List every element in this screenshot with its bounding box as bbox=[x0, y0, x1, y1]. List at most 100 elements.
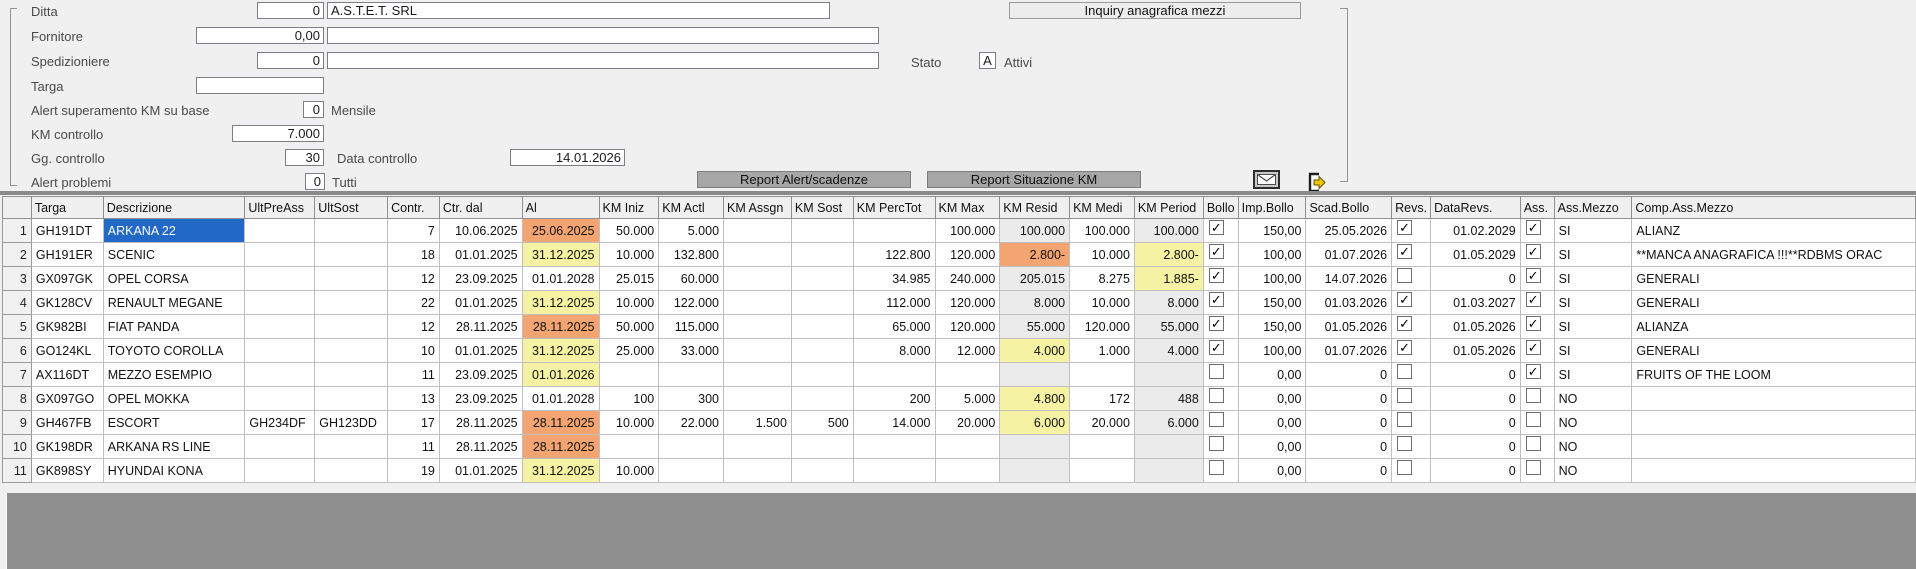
cell-revs[interactable] bbox=[1392, 387, 1431, 411]
alert-km-field[interactable] bbox=[303, 101, 324, 118]
cell-ctrdal[interactable]: 28.11.2025 bbox=[439, 411, 522, 435]
cell-km_assgn[interactable] bbox=[724, 459, 792, 483]
cell-ass[interactable] bbox=[1520, 363, 1554, 387]
cell-km_period[interactable]: 8.000 bbox=[1134, 291, 1203, 315]
spedizioniere-desc-field[interactable] bbox=[327, 52, 879, 69]
cell-km_actl[interactable]: 132.800 bbox=[659, 243, 724, 267]
cell-km_period[interactable]: 4.000 bbox=[1134, 339, 1203, 363]
cell-km_sost[interactable] bbox=[791, 435, 853, 459]
cell-comp_ass[interactable] bbox=[1632, 435, 1916, 459]
cell-km_medi[interactable] bbox=[1070, 459, 1135, 483]
cell-imp_bollo[interactable]: 150,00 bbox=[1238, 291, 1306, 315]
ass-checkbox[interactable] bbox=[1526, 316, 1541, 331]
cell-km_medi[interactable] bbox=[1070, 363, 1135, 387]
cell-km_assgn[interactable] bbox=[724, 219, 792, 243]
cell-contr[interactable]: 12 bbox=[388, 315, 440, 339]
cell-scad_bollo[interactable]: 14.07.2026 bbox=[1306, 267, 1392, 291]
revs-checkbox[interactable] bbox=[1397, 364, 1412, 379]
cell-scad_bollo[interactable]: 01.05.2026 bbox=[1306, 315, 1392, 339]
cell-scad_bollo[interactable]: 25.05.2026 bbox=[1306, 219, 1392, 243]
targa-field[interactable] bbox=[196, 77, 324, 94]
cell-datarevs[interactable]: 01.03.2027 bbox=[1431, 291, 1521, 315]
cell-ultsost[interactable] bbox=[315, 267, 388, 291]
cell-km_iniz[interactable]: 10.000 bbox=[599, 243, 659, 267]
cell-contr[interactable]: 22 bbox=[388, 291, 440, 315]
ass-checkbox[interactable] bbox=[1526, 268, 1541, 283]
cell-comp_ass[interactable] bbox=[1632, 387, 1916, 411]
cell-ultsost[interactable] bbox=[315, 387, 388, 411]
ditta-desc-field[interactable] bbox=[327, 2, 830, 19]
cell-ass[interactable] bbox=[1520, 291, 1554, 315]
cell-km_max[interactable]: 120.000 bbox=[935, 291, 1000, 315]
cell-al[interactable]: 31.12.2025 bbox=[522, 459, 599, 483]
cell-revs[interactable] bbox=[1392, 267, 1431, 291]
report-alert-button[interactable]: Report Alert/scadenze bbox=[697, 171, 911, 188]
cell-km_max[interactable]: 120.000 bbox=[935, 315, 1000, 339]
cell-contr[interactable]: 7 bbox=[388, 219, 440, 243]
cell-imp_bollo[interactable]: 100,00 bbox=[1238, 243, 1306, 267]
cell-bollo[interactable] bbox=[1203, 315, 1238, 339]
cell-km_actl[interactable]: 115.000 bbox=[659, 315, 724, 339]
cell-km_iniz[interactable]: 50.000 bbox=[599, 219, 659, 243]
cell-scad_bollo[interactable]: 01.07.2026 bbox=[1306, 339, 1392, 363]
cell-km_actl[interactable] bbox=[659, 459, 724, 483]
cell-km_period[interactable]: 488 bbox=[1134, 387, 1203, 411]
cell-imp_bollo[interactable]: 150,00 bbox=[1238, 315, 1306, 339]
cell-ass_mezzo[interactable]: NO bbox=[1554, 435, 1632, 459]
cell-bollo[interactable] bbox=[1203, 339, 1238, 363]
revs-checkbox[interactable] bbox=[1397, 268, 1412, 283]
cell-km_perctot[interactable] bbox=[853, 363, 935, 387]
cell-bollo[interactable] bbox=[1203, 459, 1238, 483]
ass-checkbox[interactable] bbox=[1526, 364, 1541, 379]
cell-datarevs[interactable]: 0 bbox=[1431, 411, 1521, 435]
cell-ctrdal[interactable]: 01.01.2025 bbox=[439, 291, 522, 315]
revs-checkbox[interactable] bbox=[1397, 412, 1412, 427]
cell-bollo[interactable] bbox=[1203, 363, 1238, 387]
cell-scad_bollo[interactable]: 01.03.2026 bbox=[1306, 291, 1392, 315]
bollo-checkbox[interactable] bbox=[1209, 316, 1224, 331]
gg-controllo-field[interactable] bbox=[285, 149, 324, 166]
cell-bollo[interactable] bbox=[1203, 387, 1238, 411]
cell-imp_bollo[interactable]: 0,00 bbox=[1238, 363, 1306, 387]
fornitore-desc-field[interactable] bbox=[327, 27, 879, 44]
cell-imp_bollo[interactable]: 0,00 bbox=[1238, 411, 1306, 435]
revs-checkbox[interactable] bbox=[1397, 460, 1412, 475]
cell-al[interactable]: 31.12.2025 bbox=[522, 339, 599, 363]
cell-km_sost[interactable] bbox=[791, 339, 853, 363]
cell-descr[interactable]: RENAULT MEGANE bbox=[103, 291, 245, 315]
cell-km_perctot[interactable] bbox=[853, 459, 935, 483]
cell-km_iniz[interactable]: 10.000 bbox=[599, 459, 659, 483]
cell-descr[interactable]: SCENIC bbox=[103, 243, 245, 267]
cell-km_medi[interactable]: 120.000 bbox=[1070, 315, 1135, 339]
row-number[interactable]: 4 bbox=[3, 291, 32, 315]
bollo-checkbox[interactable] bbox=[1209, 220, 1224, 235]
revs-checkbox[interactable] bbox=[1397, 244, 1412, 259]
cell-km_iniz[interactable]: 25.000 bbox=[599, 339, 659, 363]
cell-km_actl[interactable]: 122.000 bbox=[659, 291, 724, 315]
cell-ass[interactable] bbox=[1520, 267, 1554, 291]
row-number[interactable]: 9 bbox=[3, 411, 32, 435]
cell-ass_mezzo[interactable]: SI bbox=[1554, 291, 1632, 315]
cell-ass[interactable] bbox=[1520, 387, 1554, 411]
cell-ultpreass[interactable] bbox=[245, 291, 315, 315]
cell-km_medi[interactable]: 8.275 bbox=[1070, 267, 1135, 291]
cell-km_period[interactable]: 100.000 bbox=[1134, 219, 1203, 243]
cell-targa[interactable]: GK982BI bbox=[31, 315, 103, 339]
cell-ass[interactable] bbox=[1520, 315, 1554, 339]
cell-km_assgn[interactable] bbox=[724, 387, 792, 411]
bollo-checkbox[interactable] bbox=[1209, 292, 1224, 307]
cell-ctrdal[interactable]: 23.09.2025 bbox=[439, 363, 522, 387]
cell-ultpreass[interactable] bbox=[245, 459, 315, 483]
bollo-checkbox[interactable] bbox=[1209, 436, 1224, 451]
cell-targa[interactable]: GH191ER bbox=[31, 243, 103, 267]
cell-ultsost[interactable] bbox=[315, 435, 388, 459]
cell-km_resid[interactable] bbox=[1000, 363, 1070, 387]
cell-contr[interactable]: 17 bbox=[388, 411, 440, 435]
cell-revs[interactable] bbox=[1392, 219, 1431, 243]
cell-km_perctot[interactable]: 65.000 bbox=[853, 315, 935, 339]
cell-al[interactable]: 28.11.2025 bbox=[522, 315, 599, 339]
cell-descr[interactable]: ARKANA 22 bbox=[103, 219, 245, 243]
cell-ass_mezzo[interactable]: SI bbox=[1554, 243, 1632, 267]
cell-km_period[interactable] bbox=[1134, 363, 1203, 387]
cell-ass[interactable] bbox=[1520, 219, 1554, 243]
